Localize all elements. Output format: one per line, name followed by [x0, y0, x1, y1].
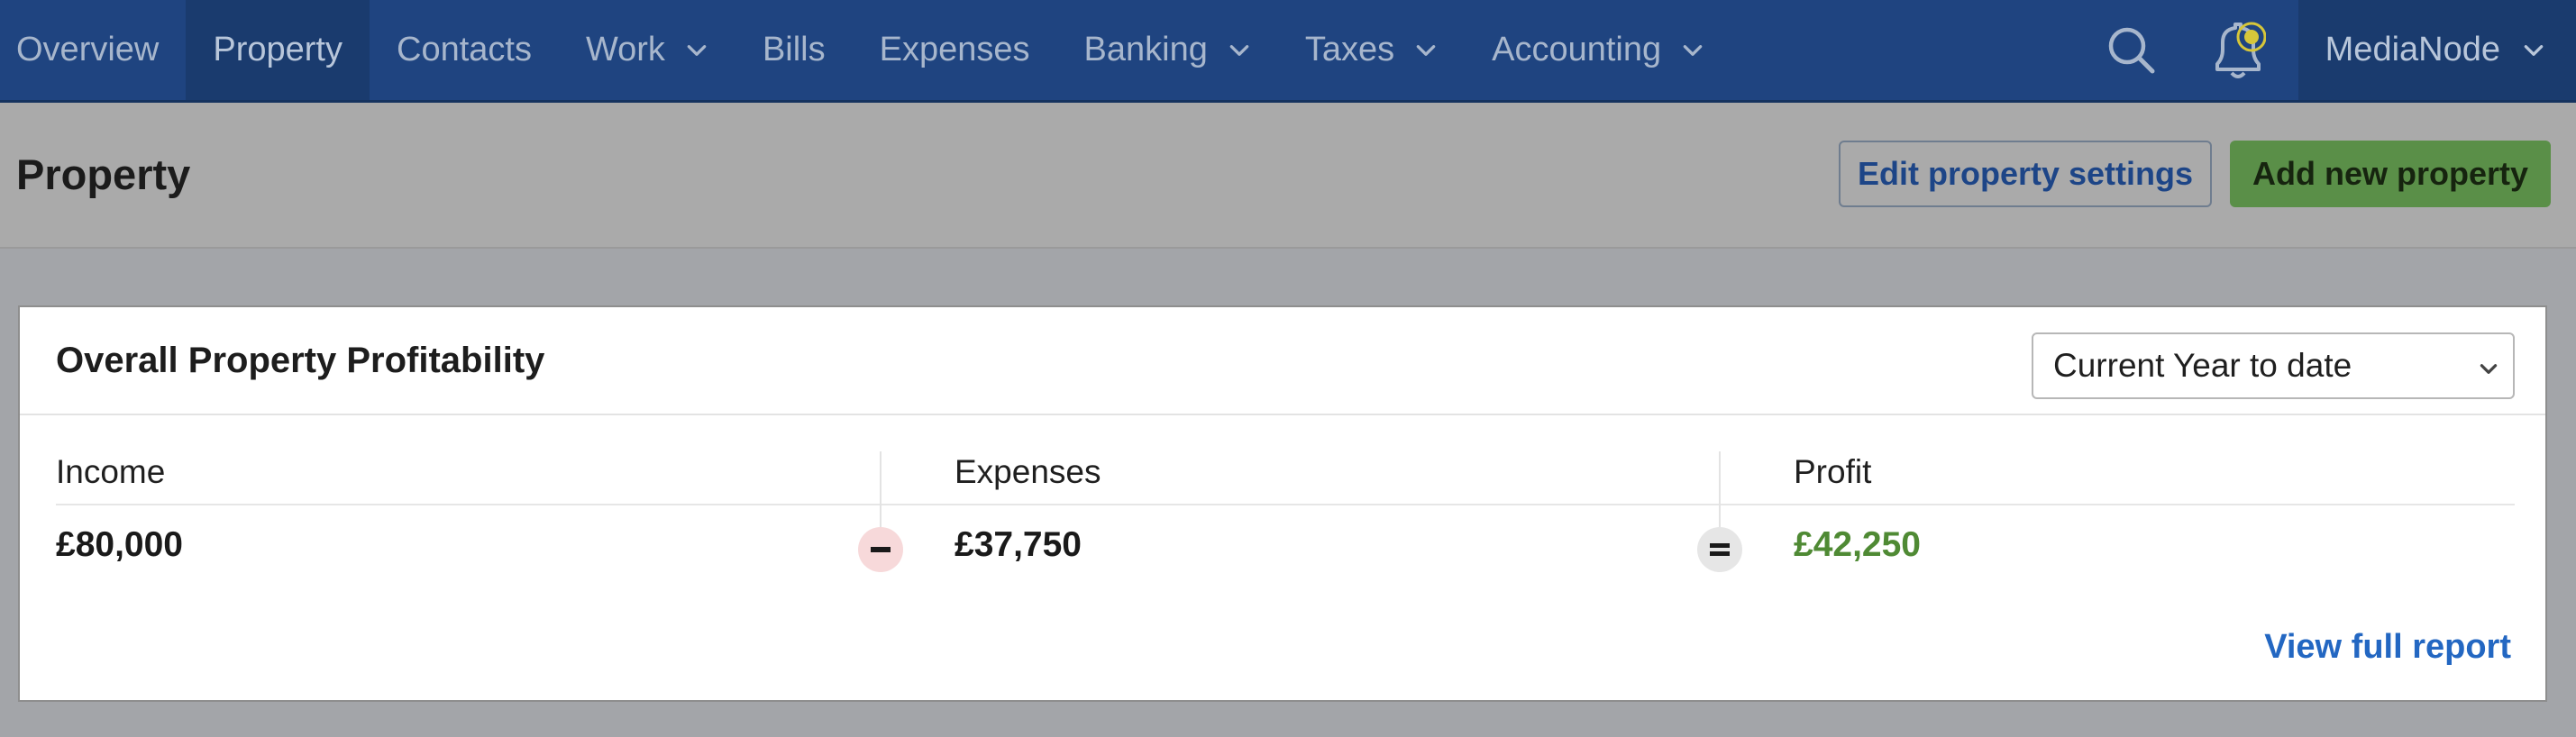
page-title: Property — [16, 150, 191, 198]
minus-operator — [858, 527, 903, 572]
view-full-report-link[interactable]: View full report — [2264, 628, 2511, 667]
row-divider — [56, 504, 2515, 505]
nav-item-expenses[interactable]: Expenses — [853, 0, 1057, 100]
top-navigation: Overview Property Contacts Work Bills Ex… — [0, 0, 2576, 103]
nav-item-label: Taxes — [1304, 31, 1395, 68]
nav-item-label: Contacts — [397, 31, 532, 68]
nav-item-taxes[interactable]: Taxes — [1278, 0, 1465, 100]
chevron-down-icon — [2524, 44, 2544, 56]
nav-item-overview[interactable]: Overview — [0, 0, 186, 100]
nav-item-label: Accounting — [1492, 31, 1662, 68]
nav-item-label: Bills — [762, 31, 826, 68]
income-label: Income — [56, 453, 166, 490]
profit-value: £42,250 — [1794, 525, 1921, 564]
expenses-label: Expenses — [955, 453, 1101, 490]
nav-item-contacts[interactable]: Contacts — [370, 0, 559, 100]
chevron-down-icon — [1683, 44, 1703, 56]
expenses-value: £37,750 — [955, 525, 1082, 564]
profitability-card: Overall Property Profitability Current Y… — [18, 305, 2547, 702]
account-menu[interactable]: MediaNode — [2297, 0, 2576, 100]
chevron-down-icon — [687, 44, 707, 56]
add-new-property-button[interactable]: Add new property — [2230, 141, 2551, 207]
notifications-button[interactable] — [2185, 0, 2291, 100]
card-title: Overall Property Profitability — [56, 341, 545, 380]
period-select-value: Current Year to date — [2053, 347, 2352, 384]
nav-item-label: Overview — [16, 31, 160, 68]
nav-item-banking[interactable]: Banking — [1057, 0, 1278, 100]
period-select[interactable]: Current Year to date — [2032, 332, 2515, 399]
nav-item-label: Banking — [1083, 31, 1208, 68]
minus-icon — [871, 547, 891, 552]
chevron-down-icon — [1416, 44, 1436, 56]
account-name: MediaNode — [2325, 31, 2500, 68]
profit-label: Profit — [1794, 453, 1872, 490]
search-button[interactable] — [2078, 0, 2185, 100]
page-header: Property Edit property settings Add new … — [0, 103, 2576, 249]
nav-item-label: Work — [585, 31, 665, 68]
nav-item-property[interactable]: Property — [186, 0, 370, 100]
equals-operator — [1697, 527, 1742, 572]
nav-item-label: Property — [213, 31, 343, 68]
card-header: Overall Property Profitability Current Y… — [20, 307, 2545, 415]
nav-item-work[interactable]: Work — [559, 0, 735, 100]
search-icon — [2108, 27, 2155, 73]
chevron-down-icon — [2480, 364, 2498, 374]
bell-icon — [2215, 22, 2266, 78]
chevron-down-icon — [1229, 44, 1249, 56]
equals-icon — [1710, 543, 1730, 556]
income-value: £80,000 — [56, 525, 183, 564]
nav-item-label: Expenses — [879, 31, 1030, 68]
nav-item-accounting[interactable]: Accounting — [1465, 0, 1731, 100]
nav-item-bills[interactable]: Bills — [735, 0, 853, 100]
edit-property-settings-button[interactable]: Edit property settings — [1839, 141, 2212, 207]
